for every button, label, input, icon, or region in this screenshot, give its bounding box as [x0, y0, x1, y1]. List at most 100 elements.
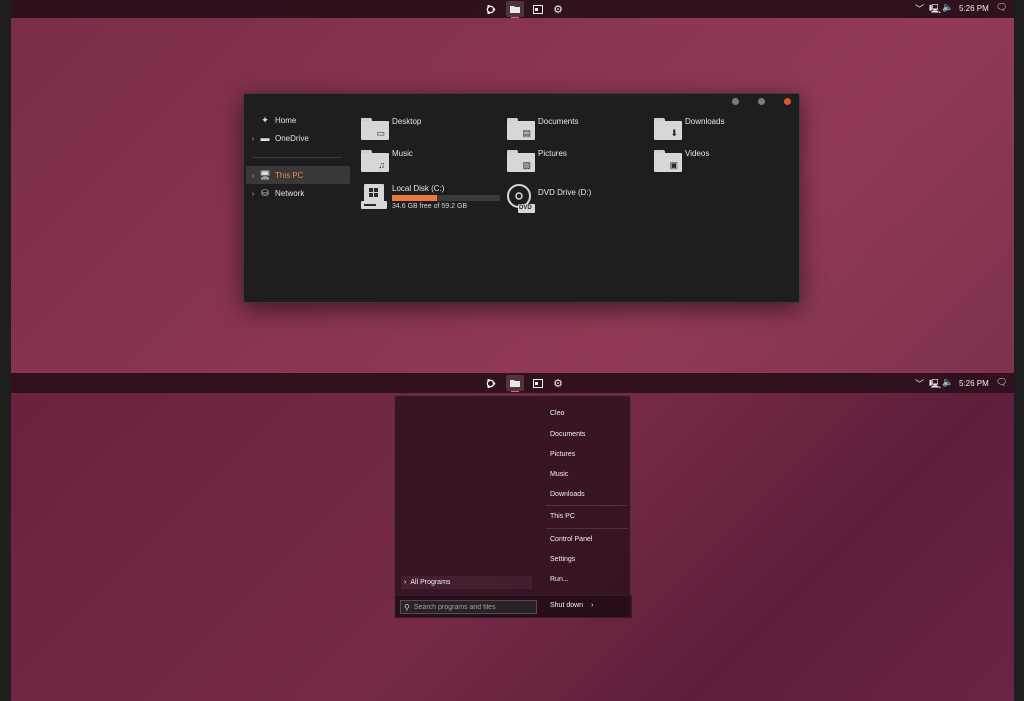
start-item-settings[interactable]: Settings: [550, 556, 575, 563]
minimize-button[interactable]: [732, 98, 739, 105]
clock[interactable]: 5:26 PM: [959, 379, 989, 388]
taskbar-settings[interactable]: ⚙: [549, 375, 567, 391]
folder-pictures[interactable]: ▨ Pictures: [507, 148, 647, 176]
nav-label: Home: [275, 115, 297, 125]
tray-volume[interactable]: 🔈: [942, 377, 953, 388]
gear-icon: ⚙: [553, 377, 563, 390]
folder-music[interactable]: ♫ Music: [361, 148, 501, 176]
tray-volume[interactable]: 🔈: [942, 2, 953, 13]
file-explorer-window: ✦ Home › ▬ OneDrive › 🖥 This PC › ⛁ Netw…: [243, 93, 800, 303]
shutdown-label: Shut down: [550, 602, 584, 609]
drive-dvd-d[interactable]: DVD DVD Drive (D:): [507, 184, 592, 213]
desktop-top: ⚙ ﹀ 🖳 🔈 5:26 PM 🗨 ✦ Home › ▬ OneDrive › …: [11, 0, 1014, 373]
network-icon: 🖳: [929, 379, 942, 389]
tray-network[interactable]: 🖳: [929, 2, 941, 18]
folder-label: Documents: [538, 117, 579, 126]
taskbar-file-explorer[interactable]: [506, 375, 524, 392]
start-menu-programs-pane: › All Programs: [395, 396, 538, 596]
folder-icon: [510, 6, 520, 13]
pin-icon: ✦: [261, 114, 269, 125]
nav-item-network[interactable]: › ⛁ Network: [246, 184, 350, 202]
chevron-right-icon[interactable]: ›: [248, 134, 258, 143]
folder-downloads[interactable]: ⬇ Downloads: [654, 116, 794, 144]
volume-icon: 🔈: [942, 2, 954, 12]
tray-chevron[interactable]: ﹀: [915, 377, 924, 390]
taskbar-app-2[interactable]: [529, 1, 547, 17]
start-menu: › All Programs Cleo Documents Pictures M…: [394, 395, 632, 618]
maximize-button[interactable]: [758, 98, 765, 105]
drive-usage-bar: [392, 195, 500, 201]
all-programs-button[interactable]: › All Programs: [401, 576, 532, 589]
notification-icon: 🗨: [996, 2, 1008, 12]
desktop-bottom: ⚙ ﹀ 🖳 🔈 5:26 PM 🗨 › All Programs Cleo Do…: [11, 373, 1014, 701]
desktop-folder-icon: ▭: [361, 118, 389, 140]
tray-notifications[interactable]: 🗨: [996, 377, 1007, 388]
start-item-run[interactable]: Run...: [550, 576, 569, 583]
music-folder-icon: ♫: [361, 150, 389, 172]
hard-drive-icon: [361, 184, 387, 209]
network-icon: ⛁: [261, 187, 269, 198]
image-viewer-icon: [533, 378, 543, 388]
taskbar-top: ⚙ ﹀ 🖳 🔈 5:26 PM 🗨: [11, 0, 1014, 18]
start-button[interactable]: [481, 375, 499, 391]
start-menu-footer: ⚲ Shut down ›: [395, 595, 632, 618]
folder-label: Downloads: [685, 117, 725, 126]
tray-notifications[interactable]: 🗨: [996, 2, 1007, 13]
taskbar-settings[interactable]: ⚙: [549, 1, 567, 17]
pictures-folder-icon: ▨: [507, 150, 535, 172]
dvd-badge: DVD: [519, 205, 532, 211]
start-menu-divider: [546, 505, 628, 506]
search-box[interactable]: ⚲: [400, 600, 537, 614]
start-item-documents[interactable]: Documents: [550, 431, 585, 438]
documents-folder-icon: ▤: [507, 118, 535, 140]
chevron-up-icon: ﹀: [915, 379, 925, 389]
start-item-downloads[interactable]: Downloads: [550, 491, 585, 498]
folder-videos[interactable]: ▣ Videos: [654, 148, 794, 176]
folder-label: Pictures: [538, 149, 567, 158]
folder-label: Desktop: [392, 117, 422, 126]
folder-desktop[interactable]: ▭ Desktop: [361, 116, 501, 144]
search-icon: ⚲: [404, 602, 410, 612]
start-item-this-pc[interactable]: This PC: [550, 513, 575, 520]
videos-folder-icon: ▣: [654, 150, 682, 172]
taskbar-app-2[interactable]: [529, 375, 547, 391]
drive-name: Local Disk (C:): [392, 184, 445, 193]
taskbar-file-explorer[interactable]: [506, 1, 524, 18]
start-item-pictures[interactable]: Pictures: [550, 451, 575, 458]
drive-name: DVD Drive (D:): [538, 188, 592, 197]
start-menu-places-pane: Cleo Documents Pictures Music Downloads …: [538, 396, 632, 596]
chevron-right-icon[interactable]: ›: [248, 171, 258, 180]
nav-item-onedrive[interactable]: › ▬ OneDrive: [246, 129, 350, 147]
start-button[interactable]: [481, 1, 499, 17]
chevron-up-icon: ﹀: [915, 4, 925, 14]
nav-label: OneDrive: [275, 133, 309, 143]
clock[interactable]: 5:26 PM: [959, 4, 989, 13]
start-item-control-panel[interactable]: Control Panel: [550, 536, 592, 543]
tray-chevron[interactable]: ﹀: [915, 2, 924, 15]
folder-documents[interactable]: ▤ Documents: [507, 116, 647, 144]
nav-item-home[interactable]: ✦ Home: [246, 111, 350, 129]
volume-icon: 🔈: [942, 377, 954, 387]
nav-label: This PC: [275, 170, 304, 180]
nav-label: Network: [275, 188, 305, 198]
chevron-right-icon[interactable]: ›: [591, 602, 593, 609]
dvd-icon: DVD: [507, 184, 535, 213]
downloads-folder-icon: ⬇: [654, 118, 682, 140]
chevron-right-icon[interactable]: ›: [248, 189, 258, 198]
close-button[interactable]: [784, 98, 791, 105]
start-item-user[interactable]: Cleo: [550, 410, 564, 417]
tray-network[interactable]: 🖳: [929, 377, 941, 393]
shutdown-button[interactable]: Shut down ›: [550, 602, 593, 609]
nav-item-this-pc[interactable]: › 🖥 This PC: [246, 166, 350, 184]
drive-local-c[interactable]: Local Disk (C:) 34.6 GB free of 59.2 GB: [361, 184, 500, 210]
drive-free-space: 34.6 GB free of 59.2 GB: [392, 203, 468, 210]
folder-icon: ▬: [260, 133, 270, 143]
network-icon: 🖳: [929, 4, 942, 14]
ubuntu-icon: [486, 4, 495, 14]
gear-icon: ⚙: [553, 3, 563, 16]
start-menu-divider: [546, 528, 628, 529]
search-input[interactable]: [413, 603, 524, 611]
folder-icon: [510, 380, 520, 387]
computer-icon: 🖥: [259, 169, 271, 180]
start-item-music[interactable]: Music: [550, 471, 568, 478]
